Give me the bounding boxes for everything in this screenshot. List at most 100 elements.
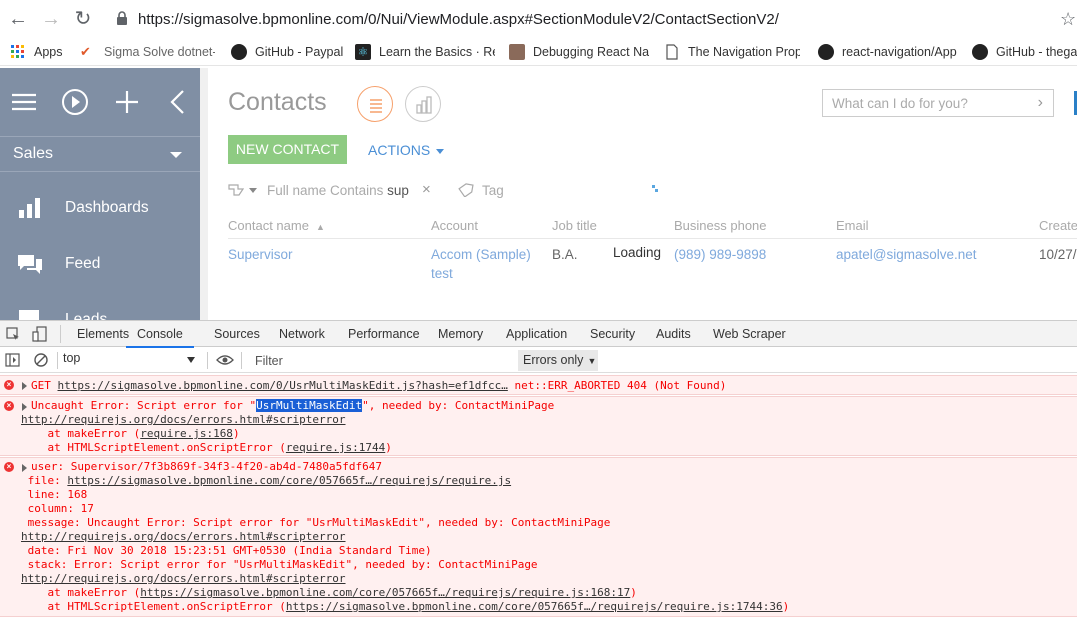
- sidebar-item-label: Leads: [65, 311, 108, 320]
- log-levels-dropdown[interactable]: Errors only ▼: [518, 350, 598, 371]
- tab-web-scraper[interactable]: Web Scraper: [713, 327, 786, 341]
- console-filter[interactable]: [250, 351, 515, 370]
- sidebar-item-feed[interactable]: Feed: [0, 244, 200, 284]
- phone-link[interactable]: (989) 989-9898: [674, 247, 766, 262]
- clear-console-icon[interactable]: [34, 353, 48, 367]
- workplace-selector[interactable]: Sales: [0, 136, 200, 172]
- filter-icon[interactable]: [228, 183, 244, 197]
- play-icon[interactable]: [61, 88, 89, 116]
- tab-elements[interactable]: Elements: [77, 327, 129, 341]
- bookmark-learn-basics[interactable]: ⚛ Learn the Basics · Rea: [355, 43, 495, 61]
- tag-filter[interactable]: Tag: [482, 183, 504, 198]
- expand-icon[interactable]: [22, 403, 27, 411]
- expand-icon[interactable]: [22, 382, 27, 390]
- error-url-link[interactable]: https://sigmasolve.bpmonline.com/0/UsrMu…: [58, 379, 508, 392]
- back-icon[interactable]: ←: [6, 7, 30, 31]
- collapse-icon[interactable]: [164, 88, 192, 116]
- account-link[interactable]: Accom (Sample): [431, 247, 531, 262]
- message-text: user: Supervisor/7f3b869f-34f3-4f20-ab4d…: [31, 460, 382, 473]
- app-sidebar: Sales Dashboards Feed Leads: [0, 68, 200, 320]
- job-title-cell: B.A.: [552, 247, 578, 262]
- reload-icon[interactable]: ↻: [71, 7, 95, 31]
- source-link[interactable]: require.js:1744: [286, 441, 385, 454]
- source-link[interactable]: https://sigmasolve.bpmonline.com/core/05…: [286, 600, 783, 613]
- docs-link[interactable]: http://requirejs.org/docs/errors.html#sc…: [21, 572, 346, 585]
- bookmark-sigma[interactable]: ✔ Sigma Solve dotnet-I: [80, 43, 215, 61]
- column-header-job-title[interactable]: Job title: [552, 218, 597, 233]
- remove-filter-icon[interactable]: ×: [422, 181, 431, 198]
- url-field[interactable]: https://sigmasolve.bpmonline.com/0/Nui/V…: [138, 11, 779, 28]
- account-link-line2[interactable]: test: [431, 266, 453, 281]
- analytics-view-button[interactable]: [405, 86, 441, 122]
- inspect-element-icon[interactable]: [6, 327, 20, 341]
- tab-application[interactable]: Application: [506, 327, 567, 341]
- stack-text: ): [232, 427, 240, 440]
- eye-icon[interactable]: [216, 354, 234, 366]
- lock-icon: [117, 11, 127, 25]
- message-text: date: Fri Nov 30 2018 15:23:51 GMT+0530 …: [21, 544, 432, 557]
- column-header-created[interactable]: Created: [1039, 218, 1077, 233]
- command-search[interactable]: ›: [822, 89, 1054, 117]
- sidebar-item-dashboards[interactable]: Dashboards: [0, 188, 200, 228]
- actions-menu[interactable]: ACTIONS: [368, 142, 445, 158]
- sidebar-item-label: Dashboards: [65, 199, 149, 216]
- menu-icon[interactable]: [10, 88, 38, 116]
- caret-down-icon: [187, 357, 195, 363]
- sidebar-item-leads[interactable]: Leads: [0, 300, 200, 320]
- tab-sources[interactable]: Sources: [214, 327, 260, 341]
- bookmark-github-thegam[interactable]: GitHub - thegam: [972, 43, 1077, 61]
- stack-text: ): [385, 441, 392, 454]
- contact-name-link[interactable]: Supervisor: [228, 247, 293, 262]
- expand-icon[interactable]: [22, 464, 27, 472]
- bookmark-apps[interactable]: Apps: [10, 43, 70, 61]
- console-toolbar: top Errors only▼: [0, 348, 1077, 373]
- bookmark-label: The Navigation Prop: [688, 45, 800, 59]
- search-input[interactable]: [823, 90, 1023, 116]
- document-icon: [666, 44, 678, 60]
- error-icon: ×: [4, 401, 14, 411]
- bar-chart-icon: [19, 198, 40, 218]
- chevron-right-icon[interactable]: ›: [1038, 94, 1043, 112]
- email-link[interactable]: apatel@sigmasolve.net: [836, 247, 977, 262]
- tab-memory[interactable]: Memory: [438, 327, 483, 341]
- device-toolbar-icon[interactable]: [32, 326, 48, 342]
- avatar-icon: [509, 44, 525, 60]
- column-header-business-phone[interactable]: Business phone: [674, 218, 767, 233]
- docs-link[interactable]: http://requirejs.org/docs/errors.html#sc…: [21, 413, 346, 426]
- tab-audits[interactable]: Audits: [656, 327, 691, 341]
- tab-console[interactable]: Console: [126, 327, 194, 348]
- bookmark-navigation-prop[interactable]: The Navigation Prop: [664, 43, 800, 61]
- sidebar-toggle-icon[interactable]: [5, 353, 20, 367]
- sidebar-item-label: Feed: [65, 255, 101, 272]
- source-link[interactable]: https://sigmasolve.bpmonline.com/core/05…: [67, 474, 511, 487]
- filter-input[interactable]: [250, 351, 510, 370]
- filter-operator: Contains: [330, 183, 384, 198]
- context-selector[interactable]: top: [63, 351, 203, 370]
- tab-performance[interactable]: Performance: [348, 327, 420, 341]
- source-link[interactable]: https://sigmasolve.bpmonline.com/core/05…: [140, 586, 630, 599]
- devtools-tabbar: Elements Console Sources Network Perform…: [0, 320, 1077, 348]
- tab-network[interactable]: Network: [279, 327, 325, 341]
- caret-down-icon: [436, 148, 445, 154]
- forward-icon[interactable]: →: [39, 7, 63, 31]
- column-header-account[interactable]: Account: [431, 218, 478, 233]
- column-header-contact-name[interactable]: Contact name ▲: [228, 218, 325, 233]
- created-cell: 10/27/: [1039, 247, 1077, 262]
- bookmark-react-navigation[interactable]: react-navigation/App: [818, 43, 958, 61]
- message-text: net::ERR_ABORTED 404 (Not Found): [507, 379, 727, 392]
- add-icon[interactable]: [113, 88, 141, 116]
- chevron-down-icon: [170, 152, 182, 158]
- source-link[interactable]: require.js:168: [140, 427, 233, 440]
- column-header-email[interactable]: Email: [836, 218, 869, 233]
- bookmark-star-icon[interactable]: ☆: [1060, 9, 1076, 30]
- caret-down-icon[interactable]: [249, 188, 257, 193]
- sort-asc-icon: ▲: [315, 222, 325, 232]
- filter-condition[interactable]: Full name Contains sup: [267, 183, 409, 198]
- github-icon: [818, 44, 834, 60]
- tab-security[interactable]: Security: [590, 327, 635, 341]
- bookmark-github-paypal[interactable]: GitHub - Paypal: [231, 43, 346, 61]
- bookmark-debugging[interactable]: Debugging React Na: [509, 43, 649, 61]
- list-view-button[interactable]: [357, 86, 393, 122]
- new-contact-button[interactable]: NEW CONTACT: [228, 135, 347, 164]
- docs-link[interactable]: http://requirejs.org/docs/errors.html#sc…: [21, 530, 346, 543]
